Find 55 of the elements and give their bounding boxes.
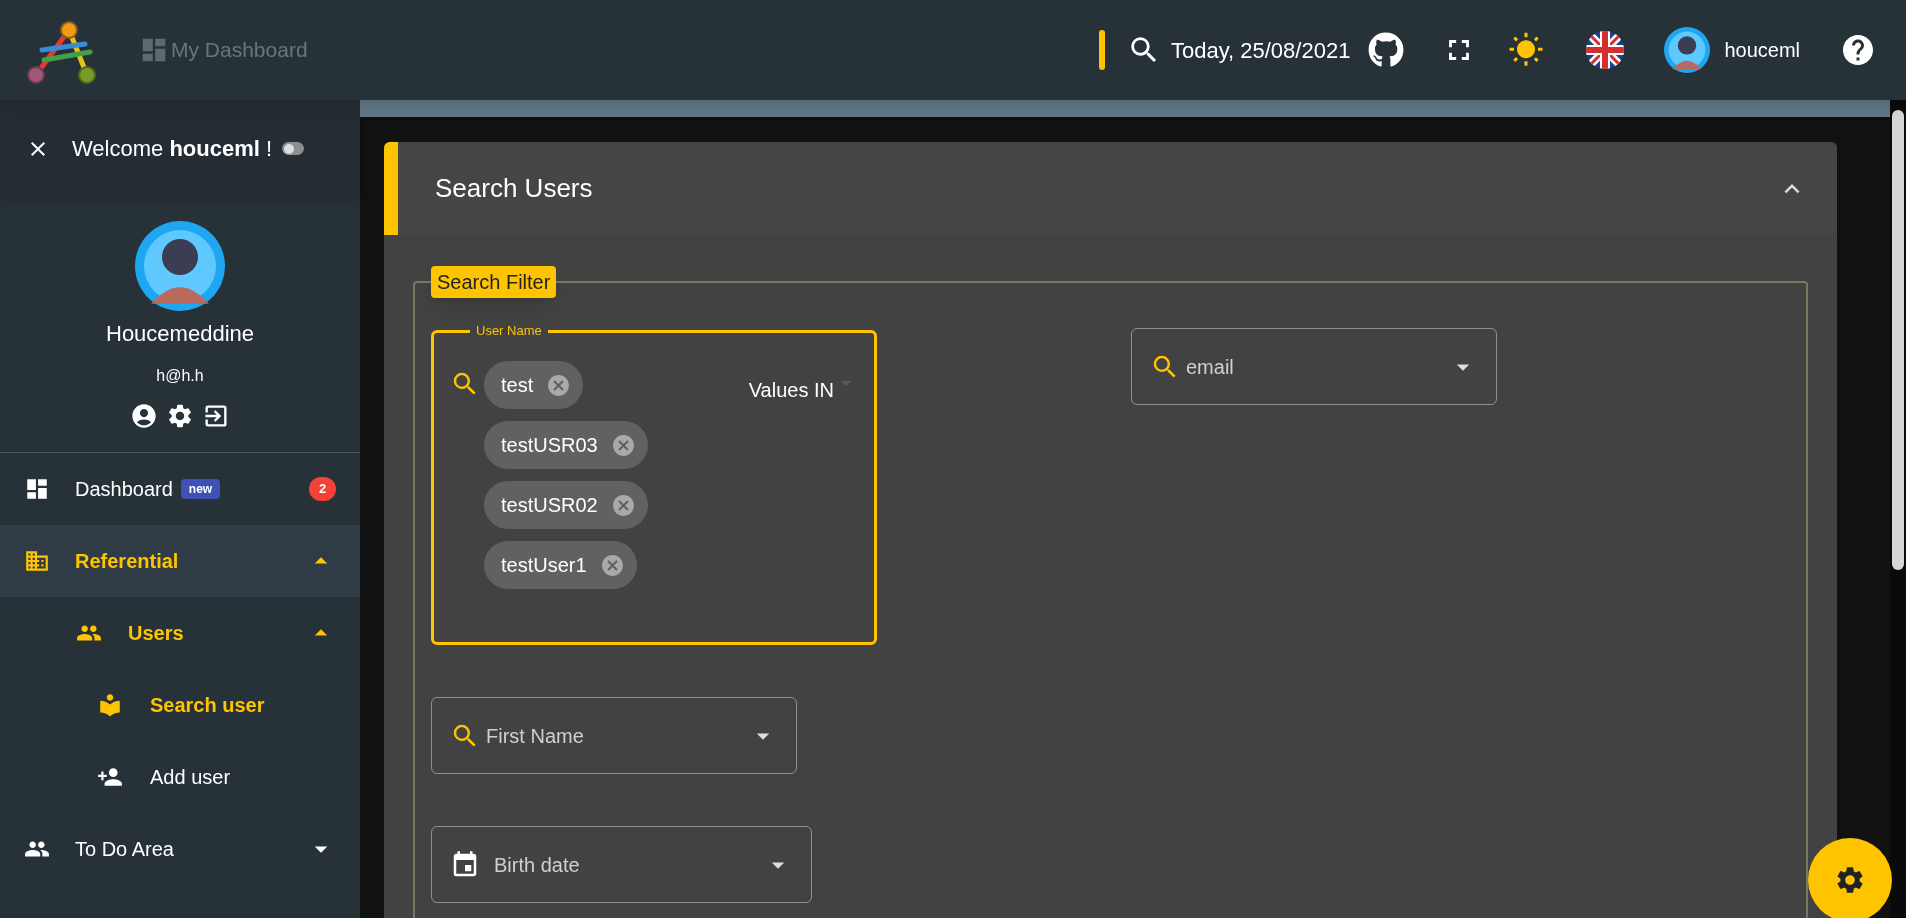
field-placeholder: First Name	[486, 723, 584, 749]
chip[interactable]: testUSR03	[484, 421, 648, 469]
avatar-icon	[1664, 27, 1711, 73]
menu-label: To Do Area	[75, 837, 174, 862]
avatar-icon	[135, 221, 225, 311]
scrollbar-thumb[interactable]	[1892, 110, 1904, 570]
menu-item[interactable]: Add user	[0, 741, 360, 813]
dashboard-icon	[24, 476, 50, 502]
chip[interactable]: testUser1	[484, 541, 637, 589]
accent-bar	[1099, 30, 1105, 70]
remove-icon[interactable]	[610, 432, 636, 458]
menu-label: Dashboard	[75, 477, 173, 502]
remove-icon[interactable]	[599, 552, 625, 578]
chip[interactable]: testUSR02	[484, 481, 648, 529]
profile-name: Houcemeddine	[106, 320, 254, 348]
account-icon[interactable]	[130, 402, 158, 430]
flag-icon[interactable]	[1586, 31, 1625, 69]
operator-select[interactable]: Values IN	[748, 375, 834, 405]
count-badge: 2	[309, 477, 336, 501]
select-field[interactable]: First Name	[431, 697, 797, 774]
field-placeholder: Birth date	[494, 852, 580, 878]
card-header[interactable]: Search Users	[384, 142, 1837, 235]
menu-item[interactable]: To Do Area	[0, 813, 360, 885]
card-title: Search Users	[435, 172, 593, 205]
remove-icon[interactable]	[610, 492, 636, 518]
user-name[interactable]: houceml	[1724, 35, 1800, 65]
help-icon[interactable]	[1840, 32, 1876, 68]
menu-label: Search user	[150, 693, 265, 718]
chip-label: test	[501, 373, 534, 398]
field-placeholder: email	[1186, 354, 1234, 380]
menu-label: Referential	[75, 549, 179, 574]
chip-label: testUser1	[501, 553, 587, 578]
menu-label: Add user	[150, 765, 231, 790]
chip[interactable]: test	[484, 361, 584, 409]
chip-label: testUSR03	[501, 433, 598, 458]
chip-label: testUSR02	[501, 493, 598, 518]
remove-icon[interactable]	[546, 372, 572, 398]
building-icon	[24, 548, 50, 574]
menu-item[interactable]: Search user	[0, 669, 360, 741]
filter-legend: Search Filter	[431, 266, 557, 298]
menu-item[interactable]: Referential	[0, 525, 360, 597]
menu-item[interactable]: Dashboard new 2	[0, 453, 360, 525]
select-field[interactable]: Birth date	[431, 826, 812, 903]
date-text: Today, 25/08/2021	[1171, 36, 1351, 65]
reader-icon	[97, 692, 123, 718]
github-icon[interactable]	[1368, 32, 1405, 68]
new-tag: new	[180, 479, 221, 499]
select-field[interactable]: email	[1131, 328, 1497, 405]
profile-email: h@h.h	[156, 366, 204, 386]
toggle-switch[interactable]	[282, 142, 305, 155]
menu-label: Users	[128, 621, 184, 646]
welcome-text: Welcome houceml !	[72, 135, 273, 163]
sun-icon[interactable]	[1508, 32, 1545, 68]
menu-item[interactable]: Users	[0, 597, 360, 669]
settings-icon[interactable]	[166, 402, 194, 430]
